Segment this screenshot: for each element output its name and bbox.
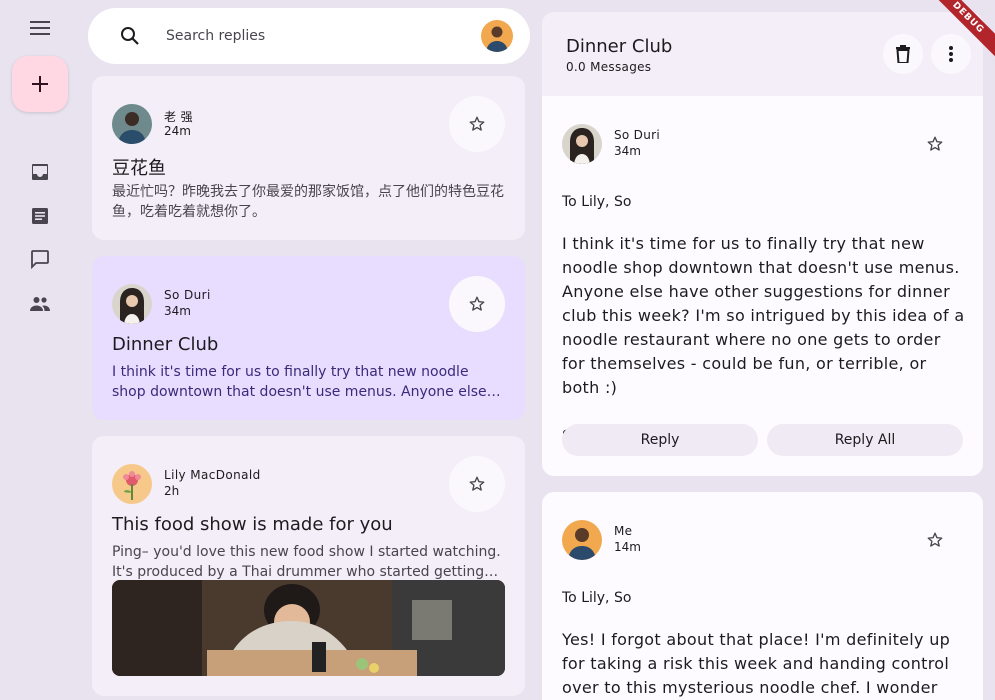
recipients: To Lily, So [562,194,632,210]
email-preview: Ping– you'd love this new food show I st… [112,544,501,580]
avatar [112,284,152,324]
search-icon[interactable] [118,24,142,53]
email-time: 24m [164,124,191,138]
more-options-button[interactable] [931,34,971,74]
recipients: To Lily, So [562,590,632,606]
thread-message: Me 14m To Lily, So Yes! I forgot about t… [542,492,983,700]
avatar [112,104,152,144]
article-icon [32,208,48,224]
reply-all-button[interactable]: Reply All [767,424,963,456]
star-icon [469,476,485,491]
sender-name: 老 强 [164,110,194,124]
star-icon[interactable] [923,132,947,156]
email-card-selected[interactable]: So Duri 34m Dinner Club I think it's tim… [92,256,525,420]
message-count: 0.0 Messages [566,60,652,74]
nav-chat[interactable] [24,243,56,275]
avatar [112,464,152,504]
people-icon [30,297,50,311]
attachment-image[interactable] [112,580,505,676]
search-input[interactable] [166,26,466,46]
email-subject: Dinner Club [112,334,219,355]
avatar [562,124,602,164]
star-button[interactable] [449,96,505,152]
avatar [562,520,602,560]
search-bar [88,8,530,64]
message-body: I think it's time for us to finally try … [562,234,965,445]
chat-icon [31,250,49,269]
star-icon[interactable] [923,528,947,552]
inbox-icon [32,164,48,180]
add-icon [32,76,48,92]
nav-people[interactable] [24,288,56,320]
star-icon [469,296,485,311]
thread-title: Dinner Club [566,36,673,57]
compose-button[interactable] [12,56,68,112]
email-preview: 最近忙吗？昨晚我去了你最爱的那家饭馆，点了他们的特色豆花鱼，吃着吃着就想你了。 [112,184,504,220]
navigation-rail [0,0,80,700]
thread-header: Dinner Club 0.0 Messages [542,12,983,96]
message-time: 14m [614,540,641,554]
sender-name: Me [614,524,633,538]
star-button[interactable] [449,276,505,332]
more-vert-icon [949,46,953,62]
delete-button[interactable] [883,34,923,74]
nav-articles[interactable] [24,200,56,232]
reply-button[interactable]: Reply [562,424,758,456]
email-card[interactable]: Lily MacDonald 2h This food show is made… [92,436,525,696]
delete-icon [896,45,910,63]
menu-icon[interactable] [22,12,58,44]
sender-name: Lily MacDonald [164,468,261,482]
message-body: Yes! I forgot about that place! I'm defi… [562,630,951,697]
sender-name: So Duri [164,288,211,302]
email-subject: This food show is made for you [112,514,393,535]
star-icon [469,116,485,131]
user-avatar[interactable] [481,20,513,52]
email-card[interactable]: 老 强 24m 豆花鱼 最近忙吗？昨晚我去了你最爱的那家饭馆，点了他们的特色豆花… [92,76,525,240]
nav-inbox[interactable] [24,156,56,188]
sender-name: So Duri [614,128,660,142]
star-button[interactable] [449,456,505,512]
email-time: 2h [164,484,180,498]
email-time: 34m [164,304,191,318]
email-preview: I think it's time for us to finally try … [112,364,487,400]
email-subject: 豆花鱼 [112,158,166,179]
message-time: 34m [614,144,641,158]
thread-message: So Duri 34m To Lily, So I think it's tim… [542,96,983,476]
